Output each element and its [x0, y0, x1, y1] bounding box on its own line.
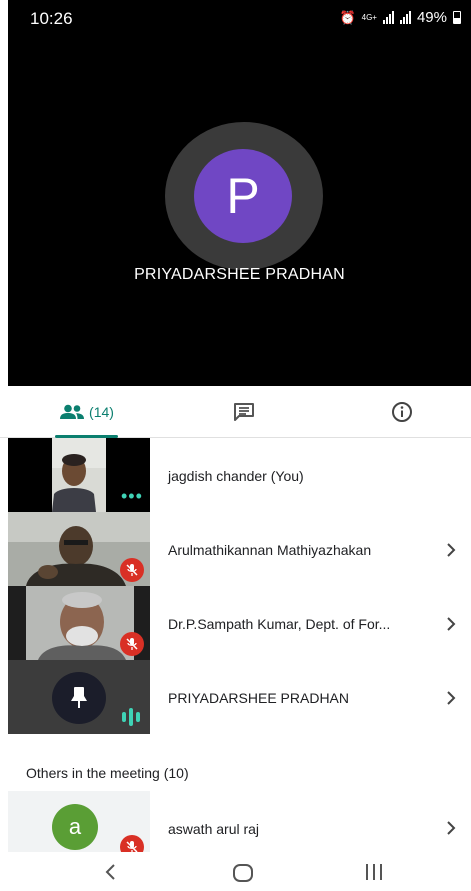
chevron-right-icon[interactable] [445, 617, 457, 631]
chat-icon [234, 403, 254, 421]
participant-video-thumbnail [8, 586, 150, 660]
participant-video-thumbnail [8, 512, 150, 586]
network-type-label: 4G+ [361, 13, 377, 22]
presenter-name: PRIYADARSHEE PRADHAN [134, 266, 345, 283]
participant-avatar: a [52, 804, 98, 850]
others-section-title: Others in the meeting (10) [26, 765, 189, 781]
signal-icon-2 [399, 11, 411, 24]
back-icon[interactable] [104, 863, 116, 881]
pin-icon [71, 687, 87, 708]
meeting-tabs: (14) [0, 386, 471, 438]
participant-row[interactable]: Arulmathikannan Mathiyazhakan [0, 512, 471, 586]
participant-row[interactable]: PRIYADARSHEE PRADHAN [0, 660, 471, 734]
home-icon[interactable] [233, 864, 253, 882]
alarm-icon: ⏰ [339, 9, 356, 25]
participant-name: jagdish chander (You) [168, 468, 304, 484]
participant-avatar-tile: a [8, 791, 150, 852]
chevron-right-icon[interactable] [445, 543, 457, 557]
more-options-icon[interactable]: ••• [121, 486, 143, 507]
chevron-right-icon[interactable] [445, 691, 457, 705]
signal-icon [382, 11, 394, 24]
people-icon [60, 404, 85, 419]
presenter-avatar: P [194, 149, 292, 243]
people-count: (14) [89, 404, 114, 420]
participant-row[interactable]: ••• jagdish chander (You) [0, 438, 471, 512]
battery-icon [453, 11, 461, 24]
recent-apps-icon[interactable] [366, 864, 382, 880]
info-icon [392, 402, 412, 422]
chevron-right-icon[interactable] [445, 821, 457, 835]
tab-people[interactable]: (14) [55, 386, 118, 438]
tab-chat[interactable] [222, 386, 266, 438]
mic-off-icon [120, 558, 144, 582]
status-time: 10:26 [30, 9, 73, 28]
tab-info[interactable] [380, 386, 424, 438]
participant-video-thumbnail [8, 660, 150, 734]
participant-name: Arulmathikannan Mathiyazhakan [168, 542, 372, 558]
mic-off-icon [120, 632, 144, 656]
battery-percentage: 49% [416, 9, 447, 26]
participant-row[interactable]: Dr.P.Sampath Kumar, Dept. of For... [0, 586, 471, 660]
participant-row[interactable]: a aswath arul raj [0, 791, 471, 852]
participant-video-thumbnail: ••• [8, 438, 150, 512]
speaking-indicator-icon [122, 708, 140, 726]
participant-name: Dr.P.Sampath Kumar, Dept. of For... [168, 616, 391, 632]
participant-name: PRIYADARSHEE PRADHAN [168, 690, 350, 706]
system-navigation-bar [0, 852, 471, 891]
main-video-stage[interactable]: 10:26 ⏰ 4G+ 49% P PRIYADARSHEE PRADHAN [8, 0, 471, 386]
mic-off-icon [120, 835, 144, 852]
participant-name: aswath arul raj [168, 821, 260, 837]
pinned-avatar [52, 672, 106, 724]
status-bar: 10:26 ⏰ 4G+ 49% [8, 0, 471, 36]
status-icons: ⏰ 4G+ 49% [339, 9, 461, 26]
